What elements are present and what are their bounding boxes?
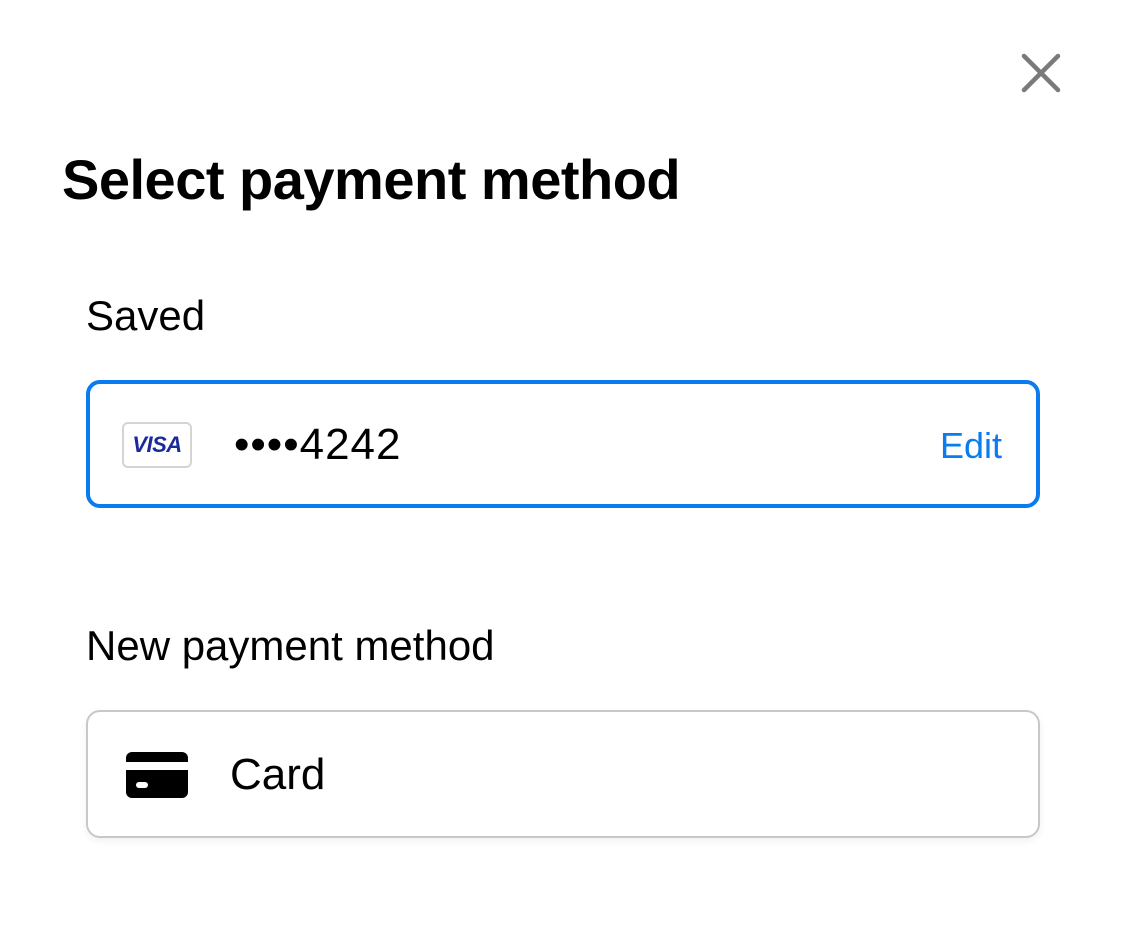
new-payment-section-heading: New payment method [86, 622, 495, 669]
credit-card-icon [126, 752, 188, 798]
card-option-label: Card [230, 750, 326, 799]
page-title: Select payment method [62, 148, 681, 211]
edit-card-link[interactable]: Edit [940, 424, 1002, 468]
payment-method-sheet: Select payment method Saved VISA ••••424… [0, 0, 1125, 948]
close-button[interactable] [1012, 44, 1070, 102]
card-brand-label: VISA [132, 432, 182, 457]
saved-card-option[interactable]: VISA ••••4242 Edit [86, 380, 1040, 508]
new-card-option[interactable]: Card [86, 710, 1040, 838]
close-icon [1021, 53, 1061, 93]
masked-card-number: ••••4242 [234, 420, 402, 469]
saved-section-heading: Saved [86, 292, 206, 339]
visa-logo-icon: VISA [122, 422, 192, 468]
